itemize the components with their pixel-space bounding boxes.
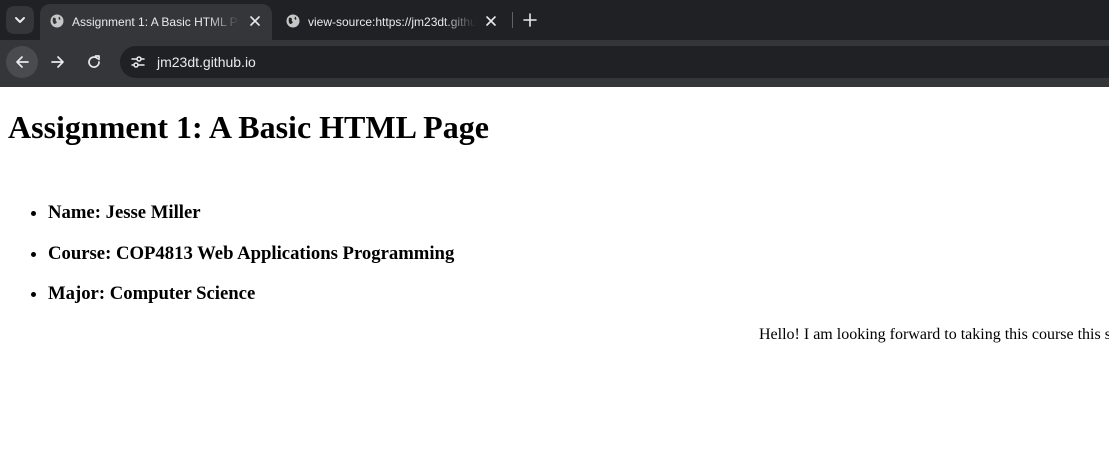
- major-detail: Major: Computer Science: [48, 283, 256, 304]
- list-item: Course: COP4813 Web Applications Program…: [48, 243, 454, 265]
- chevron-down-icon: [15, 17, 25, 23]
- tab-title: view-source:https://jm23dt.github.io/: [308, 15, 476, 29]
- navigation-toolbar: jm23dt.github.io: [0, 40, 1109, 87]
- page-content: Assignment 1: A Basic HTML Page Name: Je…: [0, 87, 1109, 473]
- reload-button[interactable]: [78, 46, 110, 78]
- back-button[interactable]: [6, 46, 38, 78]
- url-text: jm23dt.github.io: [157, 54, 256, 70]
- tab-separator: [512, 12, 513, 28]
- arrow-left-icon: [16, 56, 29, 68]
- greeting-text: Hello! I am looking forward to taking th…: [759, 326, 1109, 343]
- browser-chrome: Assignment 1: A Basic HTML Page view-sou…: [0, 0, 1109, 87]
- page-title: Assignment 1: A Basic HTML Page: [8, 109, 489, 145]
- plus-icon: [523, 13, 537, 27]
- tab-title: Assignment 1: A Basic HTML Page: [72, 15, 240, 29]
- list-item: Name: Jesse Miller: [48, 202, 454, 224]
- forward-button[interactable]: [42, 46, 74, 78]
- site-info-button[interactable]: [126, 50, 150, 74]
- details-list: Name: Jesse Miller Course: COP4813 Web A…: [8, 202, 454, 324]
- globe-icon: [286, 14, 300, 28]
- course-detail: Course: COP4813 Web Applications Program…: [48, 242, 455, 264]
- name-detail: Name: Jesse Miller: [48, 202, 201, 223]
- address-bar[interactable]: jm23dt.github.io: [120, 46, 1109, 78]
- arrow-right-icon: [51, 56, 64, 68]
- new-tab-button[interactable]: [520, 10, 540, 30]
- close-icon[interactable]: [484, 14, 498, 28]
- tune-icon: [131, 56, 145, 68]
- globe-icon: [50, 14, 64, 28]
- tab-search-button[interactable]: [6, 6, 34, 34]
- close-icon[interactable]: [248, 14, 262, 28]
- tab-assignment-1[interactable]: Assignment 1: A Basic HTML Page: [40, 4, 272, 40]
- reload-icon: [88, 55, 100, 68]
- tab-strip: Assignment 1: A Basic HTML Page view-sou…: [0, 0, 1109, 40]
- tab-view-source[interactable]: view-source:https://jm23dt.github.io/: [276, 4, 508, 40]
- list-item: Major: Computer Science: [48, 283, 454, 305]
